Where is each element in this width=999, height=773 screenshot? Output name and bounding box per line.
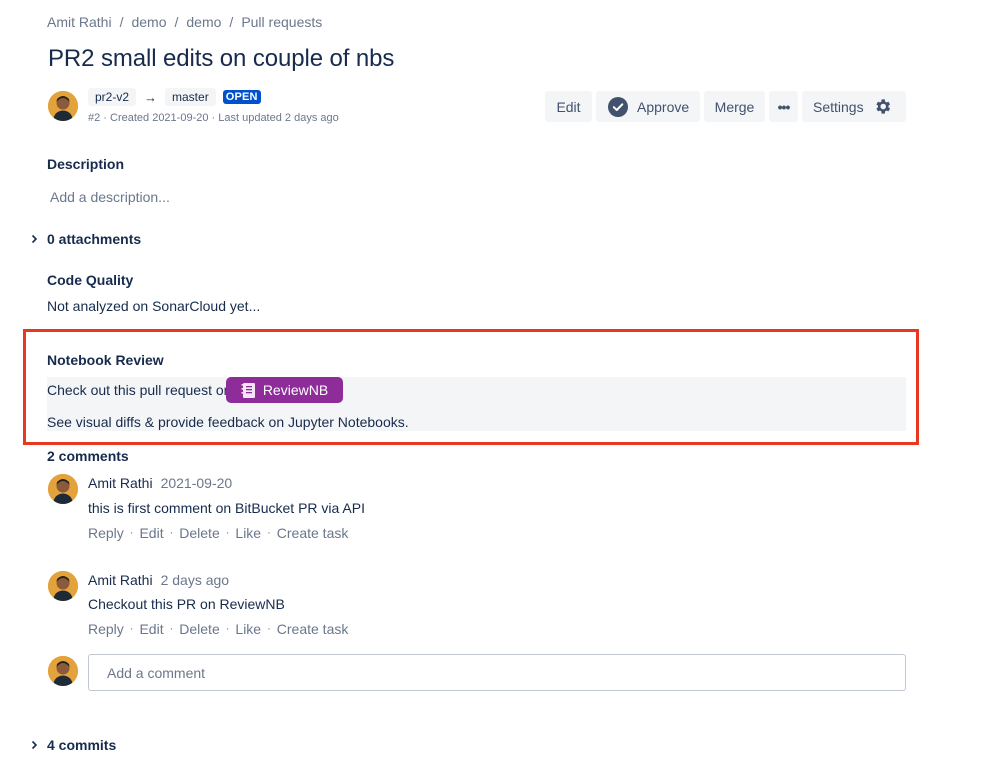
separator-dot: · <box>267 623 271 635</box>
notebook-review-heading: Notebook Review <box>47 352 164 368</box>
status-badge: OPEN <box>222 90 261 104</box>
like-link[interactable]: Like <box>235 525 261 541</box>
attachments-toggle[interactable]: 0 attachments <box>31 231 141 247</box>
settings-label: Settings <box>813 98 864 115</box>
breadcrumb-pull-requests[interactable]: Pull requests <box>241 14 322 30</box>
separator-dot: · <box>225 527 230 539</box>
comment-avatar[interactable] <box>48 571 78 601</box>
reviewnb-button[interactable]: ReviewNB <box>226 377 343 403</box>
separator-dot: · <box>129 527 134 539</box>
breadcrumb-repo[interactable]: demo <box>186 14 221 30</box>
comment-actions: Reply · Edit · Delete · Like · Create task <box>88 525 348 541</box>
commits-toggle[interactable]: 4 commits <box>31 737 116 753</box>
avatar-image <box>48 656 78 686</box>
reply-link[interactable]: Reply <box>88 621 124 637</box>
approve-label: Approve <box>637 98 690 115</box>
separator-dot: · <box>267 527 271 539</box>
breadcrumb-user[interactable]: Amit Rathi <box>47 14 112 30</box>
breadcrumb: Amit Rathi / demo / demo / Pull requests <box>47 14 322 30</box>
separator-dot: · <box>169 527 174 539</box>
comment-header: Amit Rathi 2021-09-20 <box>88 475 232 491</box>
avatar-image <box>48 91 78 121</box>
attachments-label: 0 attachments <box>47 231 142 247</box>
more-icon: ••• <box>777 98 791 115</box>
edit-button[interactable]: Edit <box>545 91 592 122</box>
notebook-review-subtext: See visual diffs & provide feedback on J… <box>47 414 409 430</box>
delete-link[interactable]: Delete <box>179 621 219 637</box>
comment-body: Checkout this PR on ReviewNB <box>88 596 285 612</box>
commits-label: 4 commits <box>47 737 117 753</box>
approve-button[interactable]: Approve <box>596 91 700 122</box>
comment-date[interactable]: 2021-09-20 <box>161 475 233 491</box>
comment-author[interactable]: Amit Rathi <box>88 572 153 588</box>
comment-body: this is first comment on BitBucket PR vi… <box>88 500 365 516</box>
code-quality-status: Not analyzed on SonarCloud yet... <box>47 298 261 314</box>
comment-date[interactable]: 2 days ago <box>161 572 230 588</box>
author-avatar[interactable] <box>48 91 78 121</box>
add-comment-input[interactable] <box>88 654 906 691</box>
reply-link[interactable]: Reply <box>88 525 124 541</box>
separator-dot: · <box>169 623 174 635</box>
description-field[interactable]: Add a description... <box>50 189 170 205</box>
reviewnb-label: ReviewNB <box>262 382 329 398</box>
separator-dot: · <box>225 623 230 635</box>
notebook-review-prompt: Check out this pull request on <box>47 382 232 398</box>
breadcrumb-separator: / <box>119 14 124 30</box>
comments-heading: 2 comments <box>47 448 129 464</box>
gear-icon <box>873 97 892 116</box>
edit-link[interactable]: Edit <box>139 525 163 541</box>
breadcrumb-separator: / <box>174 14 179 30</box>
pr-meta: #2 · Created 2021-09-20 · Last updated 2… <box>88 112 339 124</box>
description-heading: Description <box>47 156 125 172</box>
settings-button[interactable]: Settings <box>802 91 906 122</box>
breadcrumb-workspace[interactable]: demo <box>131 14 166 30</box>
separator-dot: · <box>129 623 134 635</box>
chevron-right-icon <box>31 234 38 244</box>
merge-button[interactable]: Merge <box>704 91 765 122</box>
target-branch[interactable]: master <box>165 88 216 106</box>
avatar-image <box>48 474 78 504</box>
chevron-right-icon <box>31 740 38 750</box>
create-task-link[interactable]: Create task <box>277 621 349 637</box>
code-quality-heading: Code Quality <box>47 272 134 288</box>
check-circle-icon <box>608 96 628 117</box>
current-user-avatar <box>48 656 78 686</box>
notebook-icon <box>241 382 257 399</box>
page-title: PR2 small edits on couple of nbs <box>48 45 395 72</box>
create-task-link[interactable]: Create task <box>277 525 349 541</box>
comment-header: Amit Rathi 2 days ago <box>88 572 229 588</box>
avatar-image <box>48 571 78 601</box>
branch-info: pr2-v2 → master OPEN <box>88 88 261 106</box>
pr-toolbar: Edit Approve Merge ••• Settings <box>545 91 906 122</box>
more-actions-button[interactable]: ••• <box>769 91 798 122</box>
comment-actions: Reply · Edit · Delete · Like · Create task <box>88 621 348 637</box>
like-link[interactable]: Like <box>235 621 261 637</box>
comment-author[interactable]: Amit Rathi <box>88 475 153 491</box>
edit-link[interactable]: Edit <box>139 621 163 637</box>
delete-link[interactable]: Delete <box>179 525 219 541</box>
comment-avatar[interactable] <box>48 474 78 504</box>
source-branch[interactable]: pr2-v2 <box>88 88 137 106</box>
breadcrumb-separator: / <box>229 14 234 30</box>
arrow-right-icon: → <box>144 89 158 105</box>
